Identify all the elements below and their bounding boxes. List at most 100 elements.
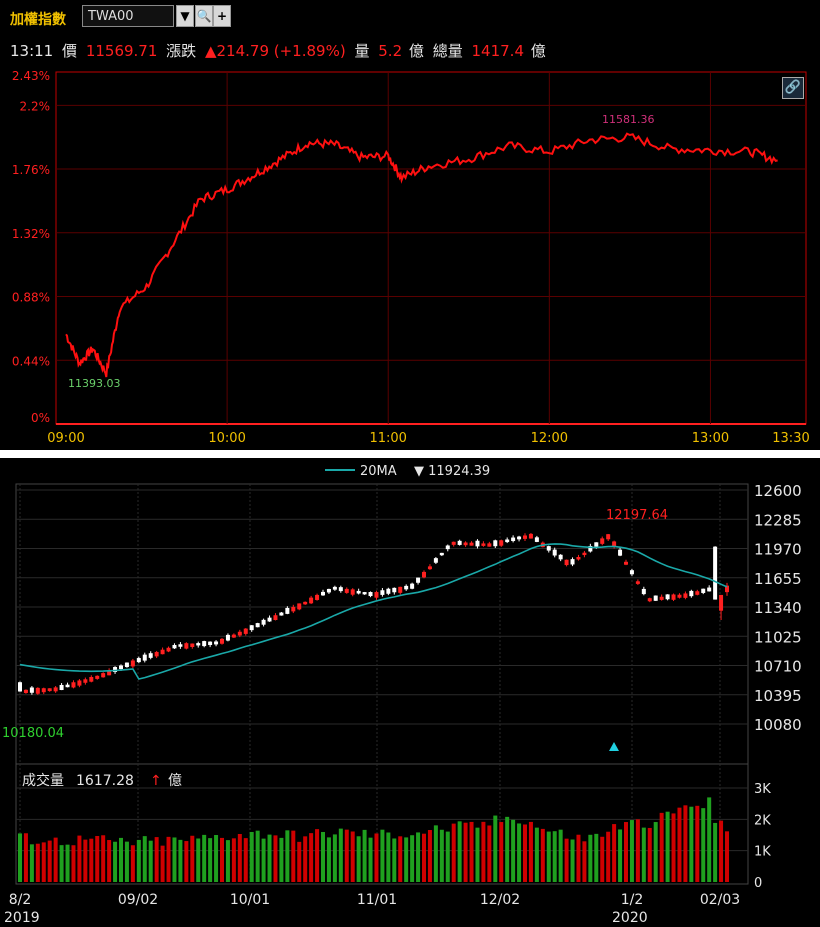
volume-bar — [23, 833, 28, 882]
volume-bar — [600, 836, 605, 882]
candle-body — [29, 687, 34, 693]
volume-bar — [326, 837, 331, 882]
volume-bar — [635, 819, 640, 882]
volume-bar — [47, 840, 52, 882]
candle-body — [445, 545, 450, 550]
candle-body — [427, 566, 432, 570]
intraday-y-tick: 1.76% — [12, 163, 50, 177]
candle-body — [695, 591, 700, 595]
volume-bar — [433, 825, 438, 882]
volume-bar — [297, 841, 302, 882]
daily-low-label: 10180.04 — [2, 726, 64, 741]
candle-body — [576, 556, 581, 560]
daily-x-tick: 09/02 — [118, 892, 158, 908]
candle-body — [481, 543, 486, 546]
candle-body — [344, 588, 349, 593]
volume-y-tick: 1K — [754, 845, 771, 860]
candle-body — [707, 587, 712, 592]
candle-body — [190, 643, 195, 647]
candle-body — [570, 559, 575, 565]
volume-bar — [65, 844, 70, 882]
volume-bar — [344, 829, 349, 882]
volume-bar — [523, 824, 527, 882]
volume-bar — [261, 838, 266, 882]
candle-body — [18, 682, 22, 692]
volume-bar — [594, 833, 599, 882]
candle-body — [659, 596, 664, 600]
candle-body — [279, 612, 284, 616]
volume-y-tick: 3K — [754, 782, 771, 797]
volume-bar — [267, 834, 272, 882]
volume-bar — [713, 822, 718, 882]
volume-bar — [558, 829, 563, 882]
volume-bar — [618, 829, 623, 882]
intraday-y-tick: 1.32% — [12, 227, 50, 241]
volume-bar — [380, 829, 385, 882]
intraday-high-label: 11581.36 — [602, 113, 655, 126]
volume-bar — [41, 842, 46, 882]
candle-body — [261, 619, 266, 625]
candle-body — [214, 641, 219, 645]
daily-x-tick: 10/01 — [230, 892, 270, 908]
volume-bar — [29, 844, 34, 882]
volume-bar — [511, 819, 516, 882]
price-frame — [15, 483, 749, 765]
intraday-low-label: 11393.03 — [68, 377, 121, 390]
volume-bar — [95, 835, 100, 882]
daily-x-tick: 12/02 — [480, 892, 520, 908]
candle-body — [606, 534, 611, 540]
volume-bar — [416, 832, 421, 882]
volume-bar — [208, 838, 213, 882]
candle-body — [303, 601, 308, 605]
volume-bar — [119, 837, 123, 882]
candle-body — [701, 588, 706, 593]
candle-body — [225, 634, 230, 641]
intraday-y-tick: 0% — [31, 411, 50, 425]
intraday-x-tick: 12:00 — [531, 431, 568, 446]
volume-bar — [517, 823, 522, 882]
volume-bar — [582, 841, 587, 882]
candle-body — [552, 549, 557, 556]
year-label-2020: 2020 — [612, 910, 648, 926]
volume-bar — [255, 830, 260, 882]
candle-body — [196, 643, 201, 646]
daily-y-tick: 11340 — [754, 599, 802, 617]
candle-body — [309, 597, 314, 604]
candle-body — [528, 533, 533, 539]
candle-body — [332, 586, 337, 590]
volume-bar — [243, 838, 248, 882]
link-icon[interactable]: 🔗 — [782, 77, 804, 99]
candle-body — [713, 546, 718, 600]
candle-body — [321, 591, 325, 596]
volume-bar — [18, 833, 22, 882]
candle-body — [380, 590, 385, 595]
candle-body — [77, 680, 82, 686]
candle-body — [136, 658, 141, 663]
daily-y-tick: 10080 — [754, 716, 802, 734]
volume-bar — [641, 827, 646, 882]
volume-bar — [101, 835, 106, 882]
candle-body — [297, 603, 302, 610]
candle-body — [546, 546, 551, 551]
candle-body — [273, 615, 278, 621]
intraday-y-tick: 2.43% — [12, 69, 50, 83]
volume-bar — [83, 839, 88, 882]
volume-bar — [463, 822, 468, 882]
volume-bar — [505, 816, 510, 882]
volume-bar — [534, 827, 539, 882]
volume-bar — [368, 837, 373, 882]
candle-body — [499, 540, 504, 546]
volume-bar — [89, 838, 94, 882]
candle-body — [523, 535, 527, 539]
intraday-x-tick: 10:00 — [208, 431, 245, 446]
volume-bar — [59, 845, 64, 882]
candle-body — [142, 654, 147, 661]
volume-bar — [374, 833, 379, 882]
candle-body — [231, 634, 236, 638]
volume-bar — [321, 831, 325, 882]
volume-unit: 億 — [168, 773, 182, 789]
candle-body — [433, 558, 438, 563]
year-label-2019: 2019 — [4, 910, 40, 926]
daily-y-tick: 10395 — [754, 687, 802, 705]
candle-body — [83, 679, 88, 683]
